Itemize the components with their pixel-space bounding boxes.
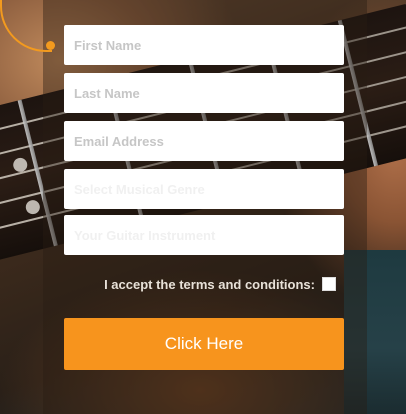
terms-checkbox[interactable] bbox=[322, 277, 336, 291]
genre-select[interactable]: Select Musical Genre bbox=[64, 169, 344, 209]
decorative-dot-icon bbox=[46, 41, 55, 50]
genre-select-placeholder: Select Musical Genre bbox=[74, 181, 205, 197]
email-input[interactable] bbox=[64, 121, 344, 161]
submit-button[interactable]: Click Here bbox=[64, 318, 344, 370]
terms-row: I accept the terms and conditions: bbox=[100, 275, 336, 293]
instrument-select[interactable]: Your Guitar Instrument bbox=[64, 215, 344, 255]
instrument-select-placeholder: Your Guitar Instrument bbox=[74, 227, 216, 243]
terms-label: I accept the terms and conditions: bbox=[104, 276, 315, 292]
last-name-input[interactable] bbox=[64, 73, 344, 113]
fret-marker bbox=[24, 198, 42, 216]
first-name-input[interactable] bbox=[64, 25, 344, 65]
